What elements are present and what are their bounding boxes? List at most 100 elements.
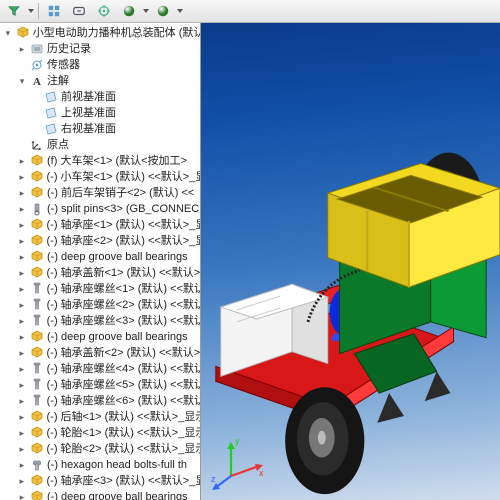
part-icon bbox=[30, 218, 44, 232]
part-icon bbox=[30, 474, 44, 488]
expand-icon[interactable]: ▸ bbox=[16, 203, 28, 215]
tree-item[interactable]: ▸(-) 前后车架销子<2> (默认) << bbox=[2, 185, 200, 201]
history-label: 历史记录 bbox=[46, 42, 91, 56]
tree-item[interactable]: ▸(-) 小车架<1> (默认) <<默认>_显 bbox=[2, 169, 200, 185]
part-icon bbox=[30, 250, 44, 264]
grid-button[interactable] bbox=[42, 1, 66, 21]
item-label: (-) 轮胎<2> (默认) <<默认>_显示 bbox=[46, 442, 200, 456]
tree-item[interactable]: ▸(-) 轴承座螺丝<3> (默认) <<默认 bbox=[2, 313, 200, 329]
item-label: (-) 轴承座螺丝<1> (默认) <<默认 bbox=[46, 282, 200, 296]
toolbar bbox=[0, 0, 500, 23]
plane-label: 前视基准面 bbox=[60, 90, 116, 104]
origin-icon bbox=[30, 138, 44, 152]
tree-item[interactable]: ▸ (-) 轴承座螺丝<4> (默认) <<默认 bbox=[2, 361, 200, 377]
expand-icon[interactable]: ▸ bbox=[16, 491, 28, 500]
expand-icon[interactable]: ▸ bbox=[16, 267, 28, 279]
item-label: (-) 轴承座螺丝<6> (默认) <<默认 bbox=[46, 394, 200, 408]
expand-icon[interactable]: ▸ bbox=[16, 219, 28, 231]
expand-icon[interactable]: ▸ bbox=[16, 155, 28, 167]
history-icon bbox=[30, 42, 44, 56]
filter-dropdown[interactable] bbox=[27, 9, 35, 13]
tree-origin[interactable]: 原点 bbox=[2, 137, 200, 153]
part-icon bbox=[30, 154, 44, 168]
tree-item[interactable]: ▸(-) 轴承盖新<2> (默认) <<默认>_ bbox=[2, 345, 200, 361]
screw-icon bbox=[30, 282, 44, 296]
part-icon bbox=[30, 442, 44, 456]
item-label: (-) 轴承盖新<1> (默认) <<默认>_ bbox=[46, 266, 200, 280]
screw-icon bbox=[30, 314, 44, 328]
filter-button[interactable] bbox=[2, 1, 26, 21]
tree-item[interactable]: ▸(-) deep groove ball bearings bbox=[2, 489, 200, 500]
tree-item[interactable]: ▸(-) deep groove ball bearings bbox=[2, 329, 200, 345]
tree-item[interactable]: ▸ (-) 轴承座<1> (默认) <<默认>_显 bbox=[2, 217, 200, 233]
tree-item[interactable]: ▸(-) 轴承座<3> (默认) <<默认>_显 bbox=[2, 473, 200, 489]
sphere-button[interactable] bbox=[117, 1, 141, 21]
axis-y-label: y bbox=[235, 436, 240, 446]
viewport-3d[interactable]: y x z bbox=[201, 23, 500, 500]
feature-tree[interactable]: ▾ 小型电动助力播种机总装配体 (默认 ▸ 历史记录 传感器 ▾ A 注解 前视… bbox=[0, 23, 201, 500]
item-label: (-) hexagon head bolts-full th bbox=[46, 458, 187, 472]
tree-plane[interactable]: 右视基准面 bbox=[2, 121, 200, 137]
expand-icon[interactable]: ▸ bbox=[16, 427, 28, 439]
part-icon bbox=[30, 490, 44, 500]
sphere2-button[interactable] bbox=[151, 1, 175, 21]
expand-icon[interactable]: ▸ bbox=[16, 347, 28, 359]
expand-icon[interactable]: ▸ bbox=[16, 43, 28, 55]
sphere2-dropdown[interactable] bbox=[176, 9, 184, 13]
tree-history[interactable]: ▸ 历史记录 bbox=[2, 41, 200, 57]
tree-sensors[interactable]: 传感器 bbox=[2, 57, 200, 73]
tree-item[interactable]: ▸(f) 大车架<1> (默认<按加工> bbox=[2, 153, 200, 169]
tree-item[interactable]: ▸(-) 轮胎<1> (默认) <<默认>_显示 bbox=[2, 425, 200, 441]
orientation-triad[interactable]: y x z bbox=[209, 432, 269, 492]
screw-icon bbox=[30, 394, 44, 408]
expand-icon[interactable]: ▸ bbox=[16, 379, 28, 391]
tree-plane[interactable]: 前视基准面 bbox=[2, 89, 200, 105]
tree-item[interactable]: ▸ (-) 轮胎<2> (默认) <<默认>_显示 bbox=[2, 441, 200, 457]
tree-item[interactable]: ▸ (-) 轴承座<2> (默认) <<默认>_显 bbox=[2, 233, 200, 249]
item-label: (-) 轴承座螺丝<4> (默认) <<默认 bbox=[46, 362, 200, 376]
expand-icon[interactable]: ▸ bbox=[16, 187, 28, 199]
expand-icon[interactable]: ▸ bbox=[16, 171, 28, 183]
collapse-icon[interactable]: ▾ bbox=[16, 75, 28, 87]
axis-z-label: z bbox=[211, 474, 216, 484]
tree-root[interactable]: ▾ 小型电动助力播种机总装配体 (默认 bbox=[2, 25, 200, 41]
tree-root-label: 小型电动助力播种机总装配体 (默认 bbox=[32, 26, 200, 40]
tree-plane[interactable]: 上视基准面 bbox=[2, 105, 200, 121]
annotations-label: 注解 bbox=[46, 74, 69, 88]
expand-icon[interactable]: ▸ bbox=[16, 235, 28, 247]
expand-icon[interactable]: ▸ bbox=[16, 299, 28, 311]
tree-annotations[interactable]: ▾ A 注解 bbox=[2, 73, 200, 89]
part-icon bbox=[30, 170, 44, 184]
part-icon bbox=[30, 234, 44, 248]
expand-icon[interactable]: ▸ bbox=[16, 251, 28, 263]
expand-icon[interactable]: ▸ bbox=[16, 283, 28, 295]
expand-icon[interactable]: ▸ bbox=[16, 363, 28, 375]
tree-item[interactable]: ▸(-) 轴承座螺丝<5> (默认) <<默认 bbox=[2, 377, 200, 393]
collapse-icon[interactable]: ▾ bbox=[2, 27, 14, 39]
expand-icon[interactable]: ▸ bbox=[16, 315, 28, 327]
tree-item[interactable]: ▸(-) 后轴<1> (默认) <<默认>_显示 bbox=[2, 409, 200, 425]
expand-icon[interactable]: ▸ bbox=[16, 411, 28, 423]
expand-icon[interactable]: ▸ bbox=[16, 395, 28, 407]
link-button[interactable] bbox=[67, 1, 91, 21]
sensor-icon bbox=[30, 58, 44, 72]
axis-x-label: x bbox=[259, 468, 264, 478]
tree-item[interactable]: ▸(-) split pins<3> (GB_CONNEC bbox=[2, 201, 200, 217]
tree-item[interactable]: ▸(-) deep groove ball bearings bbox=[2, 249, 200, 265]
tree-item[interactable]: ▸ (-) 轴承座螺丝<1> (默认) <<默认 bbox=[2, 281, 200, 297]
item-label: (-) 轴承座<1> (默认) <<默认>_显 bbox=[46, 218, 200, 232]
part-icon bbox=[30, 330, 44, 344]
sphere-dropdown[interactable] bbox=[142, 9, 150, 13]
expand-icon[interactable]: ▸ bbox=[16, 459, 28, 471]
target-button[interactable] bbox=[92, 1, 116, 21]
tree-item[interactable]: ▸ (-) 轴承盖新<1> (默认) <<默认>_ bbox=[2, 265, 200, 281]
expand-icon[interactable]: ▸ bbox=[16, 331, 28, 343]
tree-item[interactable]: ▸(-) 轴承座螺丝<2> (默认) <<默认 bbox=[2, 297, 200, 313]
tree-item[interactable]: ▸ (-) hexagon head bolts-full th bbox=[2, 457, 200, 473]
tree-item[interactable]: ▸ (-) 轴承座螺丝<6> (默认) <<默认 bbox=[2, 393, 200, 409]
expand-icon[interactable]: ▸ bbox=[16, 443, 28, 455]
svg-text:A: A bbox=[33, 76, 41, 88]
item-label: (-) 轴承座<2> (默认) <<默认>_显 bbox=[46, 234, 200, 248]
expand-icon[interactable]: ▸ bbox=[16, 475, 28, 487]
part-icon bbox=[30, 410, 44, 424]
